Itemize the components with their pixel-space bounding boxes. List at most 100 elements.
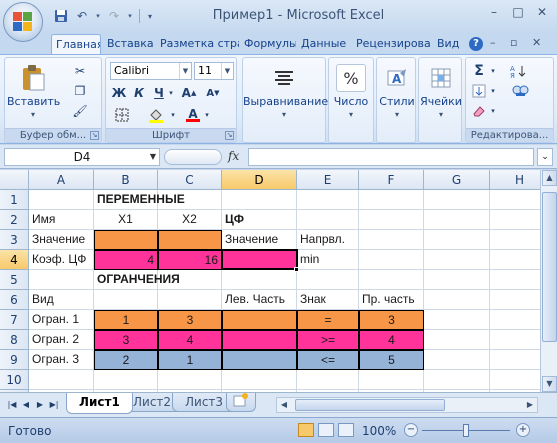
underline-dropdown-icon[interactable]: ▾ xyxy=(166,84,176,102)
cell-c6[interactable] xyxy=(158,290,222,310)
scroll-up-icon[interactable]: ▲ xyxy=(542,170,557,186)
row-header-4[interactable]: 4 xyxy=(0,250,29,270)
borders-button[interactable] xyxy=(110,106,134,124)
clear-dropdown-icon[interactable]: ▾ xyxy=(488,102,498,120)
cell-g4[interactable] xyxy=(424,250,490,270)
last-sheet-icon[interactable]: ▶| xyxy=(48,399,60,411)
clear-icon[interactable] xyxy=(470,102,488,120)
cell-f2[interactable] xyxy=(359,210,424,230)
cell-b8[interactable]: 3 xyxy=(94,330,158,350)
insert-sheet-button[interactable] xyxy=(226,393,256,412)
cell-d9[interactable] xyxy=(222,350,297,370)
fill-icon[interactable] xyxy=(470,82,488,100)
office-button[interactable] xyxy=(3,2,43,42)
column-header-e[interactable]: E xyxy=(297,170,359,190)
normal-view-icon[interactable] xyxy=(298,423,314,437)
column-header-f[interactable]: F xyxy=(359,170,424,190)
scroll-left-icon[interactable]: ◀ xyxy=(277,398,291,412)
cell-e6[interactable]: Знак xyxy=(297,290,359,310)
column-header-a[interactable]: A xyxy=(29,170,94,190)
maximize-button[interactable]: □ xyxy=(507,3,529,21)
grow-font-button[interactable]: A ▲ xyxy=(180,84,198,102)
italic-button[interactable]: К xyxy=(130,84,148,102)
cell-a8[interactable]: Огран. 2 xyxy=(29,330,94,350)
fill-dropdown-icon[interactable]: ▾ xyxy=(488,82,498,100)
cell-e4[interactable]: min xyxy=(297,250,359,270)
tab-data[interactable]: Данные xyxy=(297,34,351,54)
font-color-button[interactable]: A xyxy=(184,106,202,124)
cut-icon[interactable]: ✂ xyxy=(71,62,89,80)
cell-h1[interactable] xyxy=(490,190,540,210)
cell-h4[interactable] xyxy=(490,250,540,270)
cell-h7[interactable] xyxy=(490,310,540,330)
tab-home[interactable]: Главная xyxy=(51,34,101,55)
zoom-level[interactable]: 100% xyxy=(362,424,396,438)
fill-handle[interactable] xyxy=(294,267,299,272)
scroll-right-icon[interactable]: ▶ xyxy=(523,398,537,412)
row-header-1[interactable]: 1 xyxy=(0,190,29,210)
cell-a1[interactable] xyxy=(29,190,94,210)
row-header-5[interactable]: 5 xyxy=(0,270,29,290)
autosum-dropdown-icon[interactable]: ▾ xyxy=(488,62,498,80)
cell-f8[interactable]: 4 xyxy=(359,330,424,350)
cell-d10[interactable] xyxy=(222,370,297,390)
next-sheet-icon[interactable]: ▶ xyxy=(34,399,46,411)
cell-e10[interactable] xyxy=(297,370,359,390)
cell-c7[interactable]: 3 xyxy=(158,310,222,330)
cell-e1[interactable] xyxy=(297,190,359,210)
name-box-dropdown-icon[interactable]: ▼ xyxy=(150,149,156,165)
cell-g6[interactable] xyxy=(424,290,490,310)
tab-page-layout[interactable]: Разметка стра xyxy=(156,34,239,54)
cell-g9[interactable] xyxy=(424,350,490,370)
cell-f3[interactable] xyxy=(359,230,424,250)
tab-insert[interactable]: Вставка xyxy=(103,34,155,54)
cell-e3[interactable]: Напрвл. xyxy=(297,230,359,250)
alignment-button[interactable]: Выравнивание ▾ xyxy=(243,62,328,124)
format-painter-icon[interactable]: 🖌 xyxy=(71,102,89,120)
cell-c2[interactable]: X2 xyxy=(158,210,222,230)
cell-e9[interactable]: <= xyxy=(297,350,359,370)
horizontal-scroll-thumb[interactable] xyxy=(295,399,445,411)
ribbon-minimize-icon[interactable]: – xyxy=(490,36,496,49)
font-launcher-icon[interactable]: ↘ xyxy=(225,131,234,140)
cell-h9[interactable] xyxy=(490,350,540,370)
font-size-dropdown-icon[interactable]: ▼ xyxy=(221,63,233,79)
row-header-3[interactable]: 3 xyxy=(0,230,29,250)
cell-e2[interactable] xyxy=(297,210,359,230)
cell-d1[interactable] xyxy=(222,190,297,210)
column-header-g[interactable]: G xyxy=(424,170,490,190)
cell-d5[interactable] xyxy=(222,270,297,290)
cell-c10[interactable] xyxy=(158,370,222,390)
cell-b9[interactable]: 2 xyxy=(94,350,158,370)
cell-a4[interactable]: Коэф. ЦФ xyxy=(29,250,94,270)
autosum-icon[interactable]: Σ xyxy=(470,62,488,80)
cell-h3[interactable] xyxy=(490,230,540,250)
horizontal-scrollbar[interactable]: ◀ ▶ xyxy=(276,397,538,413)
column-header-d[interactable]: D xyxy=(222,170,297,190)
cell-g7[interactable] xyxy=(424,310,490,330)
cell-h6[interactable] xyxy=(490,290,540,310)
row-header-8[interactable]: 8 xyxy=(0,330,29,350)
cell-f6[interactable]: Пр. часть xyxy=(359,290,424,310)
sort-filter-icon[interactable]: AЯ xyxy=(508,62,534,80)
name-box[interactable]: D4 ▼ xyxy=(4,148,160,166)
cell-h10[interactable] xyxy=(490,370,540,390)
cell-c8[interactable]: 4 xyxy=(158,330,222,350)
row-header-6[interactable]: 6 xyxy=(0,290,29,310)
cell-d3[interactable]: Значение xyxy=(222,230,297,250)
cell-h2[interactable] xyxy=(490,210,540,230)
column-header-c[interactable]: C xyxy=(158,170,222,190)
page-break-view-icon[interactable] xyxy=(338,423,354,437)
cell-b4[interactable]: 4 xyxy=(94,250,158,270)
find-select-icon[interactable] xyxy=(508,82,534,100)
cell-a9[interactable]: Огран. 3 xyxy=(29,350,94,370)
fill-color-button[interactable] xyxy=(144,106,168,124)
cell-b6[interactable] xyxy=(94,290,158,310)
column-header-b[interactable]: B xyxy=(94,170,158,190)
cell-c1[interactable] xyxy=(158,190,222,210)
cells-button[interactable]: Ячейки ▾ xyxy=(415,62,467,124)
bold-button[interactable]: Ж xyxy=(110,84,128,102)
cell-b2[interactable]: X1 xyxy=(94,210,158,230)
zoom-slider-thumb[interactable] xyxy=(463,424,469,437)
cell-c3[interactable] xyxy=(158,230,222,250)
